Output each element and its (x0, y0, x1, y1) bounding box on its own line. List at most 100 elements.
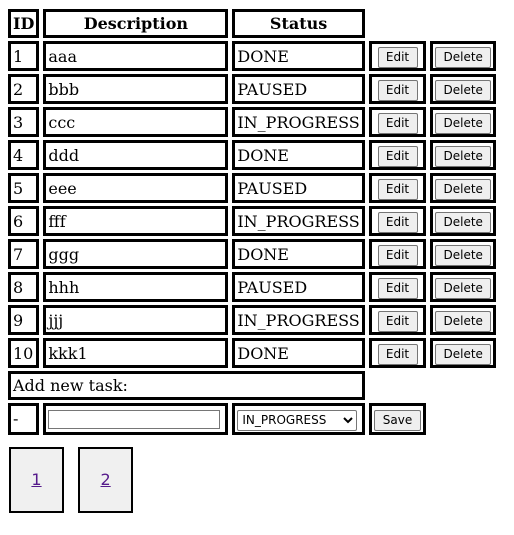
task-id: 10 (8, 338, 40, 368)
delete-button[interactable]: Delete (435, 212, 492, 233)
table-row: 2 bbb PAUSED Edit Delete (8, 74, 497, 104)
edit-button[interactable]: Edit (377, 113, 418, 134)
delete-cell: Delete (430, 305, 497, 335)
delete-cell: Delete (430, 107, 497, 137)
edit-cell: Edit (368, 140, 427, 170)
delete-button[interactable]: Delete (435, 344, 492, 365)
task-id: 4 (8, 140, 40, 170)
delete-button[interactable]: Delete (435, 311, 492, 332)
task-status: DONE (232, 140, 365, 170)
delete-button[interactable]: Delete (435, 146, 492, 167)
delete-button[interactable]: Delete (435, 80, 492, 101)
task-description: jjj (43, 305, 229, 335)
edit-cell: Edit (368, 107, 427, 137)
header-id: ID (8, 9, 40, 38)
task-description: hhh (43, 272, 229, 302)
save-button[interactable]: Save (373, 409, 422, 431)
task-id: 9 (8, 305, 40, 335)
new-task-description-input[interactable] (48, 410, 221, 430)
edit-button[interactable]: Edit (377, 146, 418, 167)
task-id: 1 (8, 41, 40, 71)
task-status: IN_PROGRESS (232, 107, 365, 137)
task-status: DONE (232, 239, 365, 269)
task-id: 7 (8, 239, 40, 269)
table-row: 10 kkk1 DONE Edit Delete (8, 338, 497, 368)
page-1-link[interactable]: 1 (31, 470, 41, 489)
delete-cell: Delete (430, 74, 497, 104)
new-task-status-select[interactable]: IN_PROGRESS (237, 409, 358, 431)
page-1-box[interactable]: 1 (9, 447, 64, 513)
task-status: DONE (232, 338, 365, 368)
new-task-description-cell (43, 403, 229, 435)
add-task-label-row: Add new task: (8, 371, 496, 400)
edit-cell: Edit (368, 74, 427, 104)
task-status: PAUSED (232, 173, 365, 203)
table-row: 4 ddd DONE Edit Delete (8, 140, 497, 170)
delete-button[interactable]: Delete (435, 278, 492, 299)
task-description: ggg (43, 239, 229, 269)
delete-cell: Delete (430, 206, 497, 236)
table-row: 5 eee PAUSED Edit Delete (8, 173, 497, 203)
new-task-id: - (8, 403, 40, 435)
table-row: 7 ggg DONE Edit Delete (8, 239, 497, 269)
pagination: 1 2 (9, 447, 142, 513)
task-description: eee (43, 173, 229, 203)
delete-button[interactable]: Delete (435, 245, 492, 266)
table-row: 3 ccc IN_PROGRESS Edit Delete (8, 107, 497, 137)
table-row: 1 aaa DONE Edit Delete (8, 41, 497, 71)
delete-cell: Delete (430, 41, 497, 71)
edit-cell: Edit (368, 239, 427, 269)
table-row: 6 fff IN_PROGRESS Edit Delete (8, 206, 497, 236)
delete-button[interactable]: Delete (435, 47, 492, 68)
delete-cell: Delete (430, 272, 497, 302)
table-header-row: ID Description Status (8, 9, 496, 38)
task-id: 6 (8, 206, 40, 236)
delete-cell: Delete (430, 173, 497, 203)
edit-button[interactable]: Edit (377, 344, 418, 365)
task-status: PAUSED (232, 74, 365, 104)
save-cell: Save (368, 403, 427, 435)
delete-cell: Delete (430, 239, 497, 269)
edit-button[interactable]: Edit (377, 47, 418, 68)
task-description: ccc (43, 107, 229, 137)
edit-button[interactable]: Edit (377, 212, 418, 233)
edit-button[interactable]: Edit (377, 179, 418, 200)
header-description: Description (43, 9, 229, 38)
task-description: aaa (43, 41, 229, 71)
task-id: 3 (8, 107, 40, 137)
task-status: PAUSED (232, 272, 365, 302)
edit-button[interactable]: Edit (377, 311, 418, 332)
delete-cell: Delete (430, 338, 497, 368)
edit-cell: Edit (368, 272, 427, 302)
task-id: 2 (8, 74, 40, 104)
task-description: ddd (43, 140, 229, 170)
new-task-status-cell: IN_PROGRESS (232, 403, 365, 435)
edit-cell: Edit (368, 305, 427, 335)
task-id: 5 (8, 173, 40, 203)
task-description: fff (43, 206, 229, 236)
task-status: IN_PROGRESS (232, 305, 365, 335)
edit-button[interactable]: Edit (377, 245, 418, 266)
edit-cell: Edit (368, 338, 427, 368)
tasks-table: ID Description Status 1 aaa DONE Edit Delete… (4, 6, 500, 438)
table-row: 8 hhh PAUSED Edit Delete (8, 272, 497, 302)
page-2-link[interactable]: 2 (101, 470, 111, 489)
delete-cell: Delete (430, 140, 497, 170)
page-2-box[interactable]: 2 (78, 447, 134, 513)
table-row: 9 jjj IN_PROGRESS Edit Delete (8, 305, 497, 335)
delete-button[interactable]: Delete (435, 113, 492, 134)
add-task-row: - IN_PROGRESS Save (8, 403, 496, 435)
edit-button[interactable]: Edit (377, 278, 418, 299)
add-task-label: Add new task: (8, 371, 365, 400)
task-description: kkk1 (43, 338, 229, 368)
edit-cell: Edit (368, 41, 427, 71)
edit-button[interactable]: Edit (377, 80, 418, 101)
task-status: DONE (232, 41, 365, 71)
header-status: Status (232, 9, 365, 38)
delete-button[interactable]: Delete (435, 179, 492, 200)
task-description: bbb (43, 74, 229, 104)
task-id: 8 (8, 272, 40, 302)
edit-cell: Edit (368, 206, 427, 236)
task-status: IN_PROGRESS (232, 206, 365, 236)
edit-cell: Edit (368, 173, 427, 203)
